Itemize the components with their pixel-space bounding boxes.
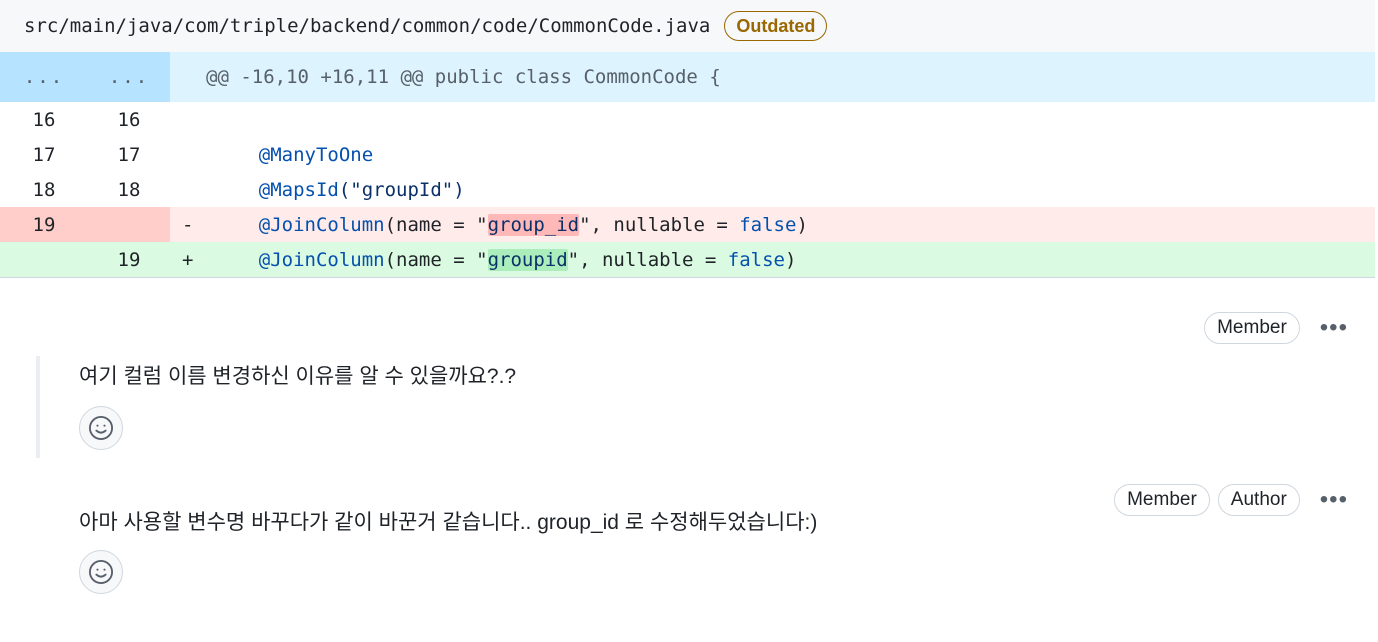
member-badge: Member: [1204, 312, 1300, 344]
code-token: (name = ": [384, 213, 488, 236]
code-line: @JoinColumn(name = "groupid", nullable =…: [213, 248, 1375, 271]
new-line-number[interactable]: 17: [88, 137, 170, 172]
file-path[interactable]: src/main/java/com/triple/backend/common/…: [24, 15, 710, 37]
old-line-number[interactable]: 16: [0, 102, 88, 137]
added-row: 19 + @JoinColumn(name = "groupid", nulla…: [0, 242, 1375, 277]
annotation-token: @JoinColumn: [258, 248, 385, 271]
old-line-number[interactable]: [0, 242, 88, 277]
diff-row: 16 16: [0, 102, 1375, 137]
review-comment: Member ••• 여기 컬럼 이름 변경하신 이유를 알 수 있을까요?.?: [0, 278, 1378, 458]
new-line-number[interactable]: 19: [88, 242, 170, 277]
expand-down-button[interactable]: ...: [88, 52, 170, 102]
thread-bar: [36, 356, 40, 458]
diff-sign: -: [182, 213, 194, 236]
annotation-token: @ManyToOne: [258, 143, 374, 166]
more-options-icon[interactable]: •••: [1320, 316, 1348, 340]
code-line: @ManyToOne: [213, 144, 1375, 166]
comment-header-actions: Member Author •••: [1114, 484, 1348, 516]
annotation-token: @JoinColumn: [258, 213, 385, 236]
code-token: ("groupId"): [338, 178, 465, 201]
comment-body: 아마 사용할 변수명 바꾸다가 같이 바꾼거 같습니다.. group_id 로…: [79, 511, 818, 534]
deleted-row: 19 - @JoinColumn(name = "group_id", null…: [0, 207, 1375, 242]
keyword-token: false: [739, 213, 797, 236]
code-token: (name = ": [384, 248, 488, 271]
deleted-word-highlight: group_id: [487, 213, 580, 236]
add-reaction-button[interactable]: [79, 406, 123, 450]
smiley-icon: [88, 415, 114, 441]
comment-body: 여기 컬럼 이름 변경하신 이유를 알 수 있을까요?.?: [79, 365, 517, 388]
hunk-header: @@ -16,10 +16,11 @@ public class CommonC…: [206, 66, 721, 88]
hunk-header-row: ... ... @@ -16,10 +16,11 @@ public class…: [0, 52, 1375, 102]
code-token: ", nullable =: [579, 213, 740, 236]
code-line: @JoinColumn(name = "group_id", nullable …: [213, 213, 1375, 236]
old-line-number[interactable]: 17: [0, 137, 88, 172]
member-badge: Member: [1114, 484, 1210, 516]
add-reaction-button[interactable]: [79, 550, 123, 594]
added-word-highlight: groupid: [487, 248, 568, 271]
old-line-number[interactable]: 19: [0, 207, 88, 242]
new-line-number[interactable]: 16: [88, 102, 170, 137]
new-line-number[interactable]: [88, 207, 170, 242]
new-line-number[interactable]: 18: [88, 172, 170, 207]
more-options-icon[interactable]: •••: [1320, 488, 1348, 512]
smiley-icon: [88, 559, 114, 585]
diff-row: 17 17 @ManyToOne: [0, 137, 1375, 172]
diff-table: ... ... @@ -16,10 +16,11 @@ public class…: [0, 52, 1375, 278]
review-comment: Member Author ••• 아마 사용할 변수명 바꾸다가 같이 바꾼거…: [0, 450, 1378, 630]
file-header: src/main/java/com/triple/backend/common/…: [0, 0, 1375, 52]
diff-sign: +: [182, 248, 194, 271]
old-line-number[interactable]: 18: [0, 172, 88, 207]
comment-header-actions: Member •••: [1204, 312, 1348, 344]
code-token: ", nullable =: [567, 248, 728, 271]
code-token: ): [785, 248, 797, 271]
expand-up-button[interactable]: ...: [0, 52, 88, 102]
diff-row: 18 18 @MapsId("groupId"): [0, 172, 1375, 207]
author-badge: Author: [1217, 484, 1300, 516]
code-line: @MapsId("groupId"): [213, 179, 1375, 201]
annotation-token: @MapsId: [258, 178, 339, 201]
keyword-token: false: [727, 248, 785, 271]
code-token: ): [796, 213, 808, 236]
outdated-badge: Outdated: [724, 11, 828, 41]
